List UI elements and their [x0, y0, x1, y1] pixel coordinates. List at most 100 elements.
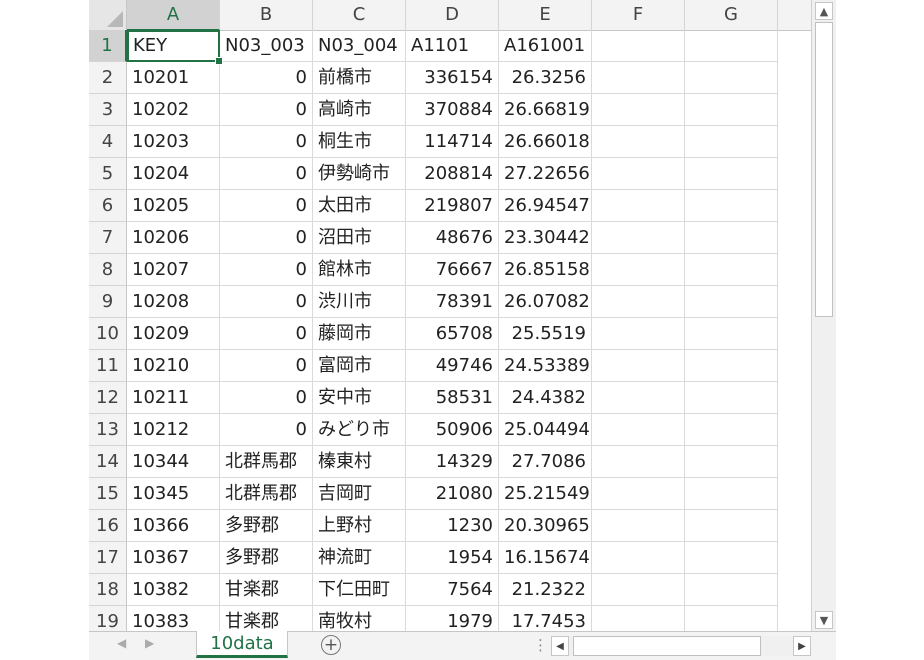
cell[interactable]	[592, 190, 685, 222]
cell[interactable]: 0	[220, 286, 313, 318]
cell[interactable]	[592, 446, 685, 478]
cell[interactable]: 10202	[127, 94, 220, 126]
cell[interactable]: 0	[220, 350, 313, 382]
cell[interactable]: 20.30965	[499, 510, 592, 542]
row-header[interactable]: 14	[89, 446, 127, 478]
cell[interactable]: 0	[220, 222, 313, 254]
cell[interactable]: 24.4382	[499, 382, 592, 414]
cell[interactable]: 10201	[127, 62, 220, 94]
tab-splitter-icon[interactable]: ⋮	[533, 636, 548, 654]
row-header[interactable]: 5	[89, 158, 127, 190]
cell[interactable]: 太田市	[313, 190, 406, 222]
horizontal-scroll-thumb[interactable]	[573, 636, 761, 656]
cell[interactable]	[592, 62, 685, 94]
cell[interactable]: N03_003	[220, 30, 313, 62]
cell[interactable]	[592, 510, 685, 542]
cell[interactable]	[685, 478, 778, 510]
row-header[interactable]: 2	[89, 62, 127, 94]
cell[interactable]: 78391	[406, 286, 499, 318]
cell[interactable]: 0	[220, 254, 313, 286]
cell[interactable]	[592, 222, 685, 254]
fill-handle[interactable]	[215, 57, 223, 65]
cell[interactable]: 26.3256	[499, 62, 592, 94]
cell[interactable]: 富岡市	[313, 350, 406, 382]
cell[interactable]: 藤岡市	[313, 318, 406, 350]
cell[interactable]: 26.66018	[499, 126, 592, 158]
cell[interactable]: 高崎市	[313, 94, 406, 126]
horizontal-scrollbar[interactable]: ◀ ▶	[551, 636, 811, 656]
cell[interactable]: 27.22656	[499, 158, 592, 190]
cell[interactable]: 伊勢崎市	[313, 158, 406, 190]
cell[interactable]	[685, 574, 778, 606]
scroll-right-arrow-icon[interactable]: ▶	[793, 636, 811, 656]
cell[interactable]	[592, 126, 685, 158]
column-header-e[interactable]: E	[499, 0, 592, 30]
cell[interactable]	[592, 30, 685, 62]
sheet-tab-10data[interactable]: 10data	[196, 631, 288, 658]
cell[interactable]: 吉岡町	[313, 478, 406, 510]
cell[interactable]	[685, 30, 778, 62]
row-header[interactable]: 11	[89, 350, 127, 382]
cell[interactable]: 10345	[127, 478, 220, 510]
column-header-c[interactable]: C	[313, 0, 406, 30]
cell[interactable]: 桐生市	[313, 126, 406, 158]
row-header[interactable]: 15	[89, 478, 127, 510]
row-header[interactable]: 8	[89, 254, 127, 286]
cell[interactable]: 下仁田町	[313, 574, 406, 606]
cell[interactable]: 7564	[406, 574, 499, 606]
cell[interactable]: 114714	[406, 126, 499, 158]
cell[interactable]: 370884	[406, 94, 499, 126]
next-sheet-icon[interactable]: ▶	[145, 636, 154, 650]
cell[interactable]: 10204	[127, 158, 220, 190]
column-header-a[interactable]: A	[127, 0, 220, 31]
cell[interactable]	[685, 62, 778, 94]
cell[interactable]	[685, 542, 778, 574]
cell[interactable]	[592, 574, 685, 606]
cell[interactable]: 10382	[127, 574, 220, 606]
prev-sheet-icon[interactable]: ◀	[117, 636, 126, 650]
cell[interactable]: 10344	[127, 446, 220, 478]
cell[interactable]: 10207	[127, 254, 220, 286]
cell[interactable]: 0	[220, 190, 313, 222]
row-header[interactable]: 17	[89, 542, 127, 574]
cell[interactable]: 76667	[406, 254, 499, 286]
cell[interactable]: 10211	[127, 382, 220, 414]
cell[interactable]	[685, 158, 778, 190]
cell[interactable]	[592, 318, 685, 350]
cell[interactable]: 10209	[127, 318, 220, 350]
row-header[interactable]: 13	[89, 414, 127, 446]
row-header[interactable]: 3	[89, 94, 127, 126]
cell[interactable]	[685, 318, 778, 350]
row-header[interactable]: 7	[89, 222, 127, 254]
cell[interactable]: 23.30442	[499, 222, 592, 254]
row-header[interactable]: 10	[89, 318, 127, 350]
row-header[interactable]: 12	[89, 382, 127, 414]
cell[interactable]: 10205	[127, 190, 220, 222]
cell[interactable]: 16.15674	[499, 542, 592, 574]
cell[interactable]: 1230	[406, 510, 499, 542]
vertical-scrollbar[interactable]: ▲ ▼	[811, 0, 836, 631]
cell[interactable]: 0	[220, 94, 313, 126]
cell[interactable]: 10206	[127, 222, 220, 254]
vertical-scroll-thumb[interactable]	[815, 22, 833, 317]
cell[interactable]	[685, 254, 778, 286]
cell[interactable]: 榛東村	[313, 446, 406, 478]
cell[interactable]	[685, 382, 778, 414]
cell[interactable]: 渋川市	[313, 286, 406, 318]
scroll-left-arrow-icon[interactable]: ◀	[551, 636, 569, 656]
cell[interactable]: 21080	[406, 478, 499, 510]
cell[interactable]: 安中市	[313, 382, 406, 414]
column-header-f[interactable]: F	[592, 0, 685, 30]
cell[interactable]	[592, 414, 685, 446]
column-header-g[interactable]: G	[685, 0, 778, 30]
cell[interactable]	[685, 510, 778, 542]
cell[interactable]: 0	[220, 62, 313, 94]
active-cell[interactable]: KEY	[127, 30, 220, 62]
row-header[interactable]: 16	[89, 510, 127, 542]
cell[interactable]: 10367	[127, 542, 220, 574]
cell[interactable]: 館林市	[313, 254, 406, 286]
cell[interactable]: N03_004	[313, 30, 406, 62]
cell[interactable]: 0	[220, 126, 313, 158]
cell[interactable]: 上野村	[313, 510, 406, 542]
cell[interactable]: 多野郡	[220, 542, 313, 574]
